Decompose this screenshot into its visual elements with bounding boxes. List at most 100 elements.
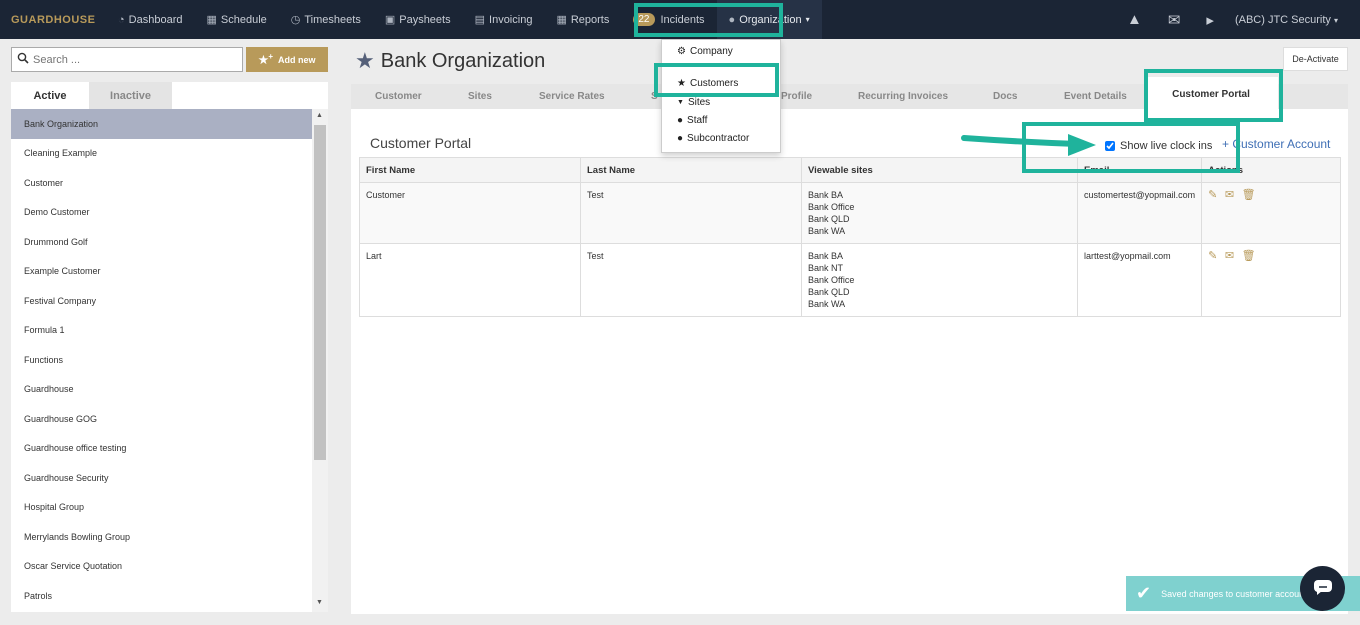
- table-row: Lart Test Bank BA Bank NT Bank Office Ba…: [359, 243, 1341, 317]
- list-item[interactable]: Guardhouse office testing: [11, 434, 312, 464]
- add-new-button[interactable]: ★+ Add new: [246, 47, 328, 72]
- nav-dashboard[interactable]: ◔ Dashboard: [106, 0, 194, 39]
- bullhorn-icon[interactable]: ▸: [1193, 11, 1227, 29]
- menu-item-staff[interactable]: ● Staff: [677, 115, 707, 126]
- menu-item-subcontractor[interactable]: ● Subcontractor: [677, 133, 749, 144]
- add-customer-account-link[interactable]: + Customer Account: [1222, 137, 1330, 151]
- nav-paysheets[interactable]: ▣ Paysheets: [373, 0, 463, 39]
- caret-down-icon: ▾: [805, 15, 810, 24]
- annotation-arrow-icon: [961, 134, 1096, 156]
- nav-incidents[interactable]: 22 Incidents: [621, 0, 716, 39]
- money-icon: ▣: [384, 14, 396, 26]
- tab-active[interactable]: Active: [11, 82, 89, 109]
- menu-item-company[interactable]: ⚙ Company: [677, 46, 733, 57]
- list-item[interactable]: Cleaning Example: [11, 139, 312, 169]
- tab-inactive[interactable]: Inactive: [89, 82, 172, 109]
- list-item[interactable]: Formula 1: [11, 316, 312, 346]
- tab-customer[interactable]: Customer: [375, 84, 422, 109]
- tab-service-rates[interactable]: Service Rates: [539, 84, 605, 109]
- column-header: Viewable sites: [801, 157, 1078, 183]
- show-live-clock-ins-toggle[interactable]: Show live clock ins: [1105, 140, 1212, 152]
- envelope-icon[interactable]: ✉: [1155, 11, 1194, 29]
- list-item[interactable]: Merrylands Bowling Group: [11, 522, 312, 552]
- list-item[interactable]: Example Customer: [11, 257, 312, 287]
- dashboard-icon: ◔: [118, 13, 125, 26]
- search-input[interactable]: [33, 53, 233, 66]
- list-item[interactable]: Functions: [11, 345, 312, 375]
- list-item[interactable]: Customer: [11, 168, 312, 198]
- nav-timesheets[interactable]: ◷ Timesheets: [279, 0, 373, 39]
- column-header: Actions: [1201, 157, 1341, 183]
- cell-viewable-sites: Bank BA Bank NT Bank Office Bank QLD Ban…: [801, 243, 1078, 317]
- cell-email: customertest@yopmail.com: [1076, 182, 1203, 244]
- tab-partial-hidden[interactable]: S: [651, 84, 658, 109]
- trash-icon[interactable]: 🗑: [1242, 250, 1256, 262]
- list-item[interactable]: Patrols: [11, 581, 312, 611]
- list-item[interactable]: Drummond Golf: [11, 227, 312, 257]
- cell-actions: ✎ ✉ 🗑: [1201, 182, 1341, 244]
- chat-bubble-icon: [1313, 579, 1333, 599]
- list-item[interactable]: Demo Customer: [11, 198, 312, 228]
- column-header: Email: [1076, 157, 1203, 183]
- deactivate-button[interactable]: De-Activate: [1283, 47, 1348, 71]
- gear-icon: ⚙: [677, 46, 686, 57]
- cell-actions: ✎ ✉ 🗑: [1201, 243, 1341, 317]
- user-icon: ●: [677, 115, 684, 126]
- list-item[interactable]: Guardhouse: [11, 375, 312, 405]
- users-icon: ●: [728, 13, 736, 26]
- star-icon: ★: [355, 48, 375, 73]
- caret-down-icon: ▾: [1333, 15, 1338, 25]
- incidents-count-badge: 22: [633, 13, 655, 26]
- table-icon: ▦: [556, 14, 567, 26]
- nav-reports[interactable]: ▦ Reports: [544, 0, 621, 39]
- show-live-clock-ins-checkbox[interactable]: [1105, 141, 1115, 151]
- scroll-down-arrow-icon[interactable]: ▼: [316, 599, 323, 606]
- search-icon: [17, 52, 29, 67]
- cell-email: larttest@yopmail.com: [1076, 243, 1203, 317]
- edit-pencil-icon[interactable]: ✎: [1208, 250, 1217, 262]
- check-icon: ✔: [1136, 583, 1152, 603]
- edit-pencil-icon[interactable]: ✎: [1208, 189, 1217, 201]
- menu-item-sites[interactable]: ▼ Sites: [677, 97, 710, 108]
- graduation-cap-icon[interactable]: ▲: [1114, 11, 1155, 28]
- map-marker-icon: ▼: [677, 99, 684, 106]
- nav-organization[interactable]: ● Organization ▾: [716, 0, 822, 39]
- list-item[interactable]: Hospital Group: [11, 493, 312, 523]
- nav-invoicing[interactable]: ▤ Invoicing: [463, 0, 545, 39]
- tab-profile[interactable]: Profile: [781, 84, 812, 109]
- customer-list: Bank Organization Cleaning Example Custo…: [11, 109, 312, 612]
- envelope-icon[interactable]: ✉: [1225, 189, 1234, 201]
- tab-recurring-invoices[interactable]: Recurring Invoices: [858, 84, 948, 109]
- tab-event-details[interactable]: Event Details: [1064, 84, 1127, 109]
- list-item[interactable]: Guardhouse Security: [11, 463, 312, 493]
- tab-sites[interactable]: Sites: [468, 84, 492, 109]
- menu-item-customers[interactable]: ★ Customers: [677, 78, 738, 89]
- envelope-icon[interactable]: ✉: [1225, 250, 1234, 262]
- tab-customer-portal[interactable]: Customer Portal: [1144, 77, 1278, 111]
- section-title: Customer Portal: [370, 135, 472, 151]
- trash-icon[interactable]: 🗑: [1242, 189, 1256, 201]
- list-scrollbar[interactable]: ▲ ▼: [312, 109, 328, 612]
- portal-users-table: First Name Last Name Viewable sites Emai…: [359, 157, 1341, 317]
- list-item[interactable]: Festival Company: [11, 286, 312, 316]
- cell-viewable-sites: Bank BA Bank Office Bank QLD Bank WA: [801, 182, 1078, 244]
- star-plus-icon: ★+: [258, 52, 274, 67]
- brand-logo[interactable]: GUARDHOUSE: [11, 14, 106, 26]
- calendar-icon: ▦: [206, 14, 217, 26]
- clock-icon: ◷: [290, 14, 301, 26]
- page-title: Bank Organization: [380, 49, 546, 72]
- list-item[interactable]: Oscar Service Quotation: [11, 552, 312, 582]
- chat-button[interactable]: [1300, 566, 1345, 611]
- scrollbar-thumb[interactable]: [314, 125, 326, 460]
- scroll-up-arrow-icon[interactable]: ▲: [316, 112, 323, 119]
- list-item[interactable]: Bank Organization: [11, 109, 312, 139]
- cell-first-name: Customer: [359, 182, 581, 244]
- cell-last-name: Test: [580, 182, 802, 244]
- cell-last-name: Test: [580, 243, 802, 317]
- top-navbar: GUARDHOUSE ◔ Dashboard ▦ Schedule ◷ Timeshe…: [0, 0, 1360, 39]
- customer-list-panel: Active Inactive Bank Organization Cleani…: [11, 82, 328, 612]
- tab-docs[interactable]: Docs: [993, 84, 1017, 109]
- list-item[interactable]: Guardhouse GOG: [11, 404, 312, 434]
- account-menu[interactable]: (ABC) JTC Security ▾: [1227, 14, 1360, 26]
- nav-schedule[interactable]: ▦ Schedule: [194, 0, 278, 39]
